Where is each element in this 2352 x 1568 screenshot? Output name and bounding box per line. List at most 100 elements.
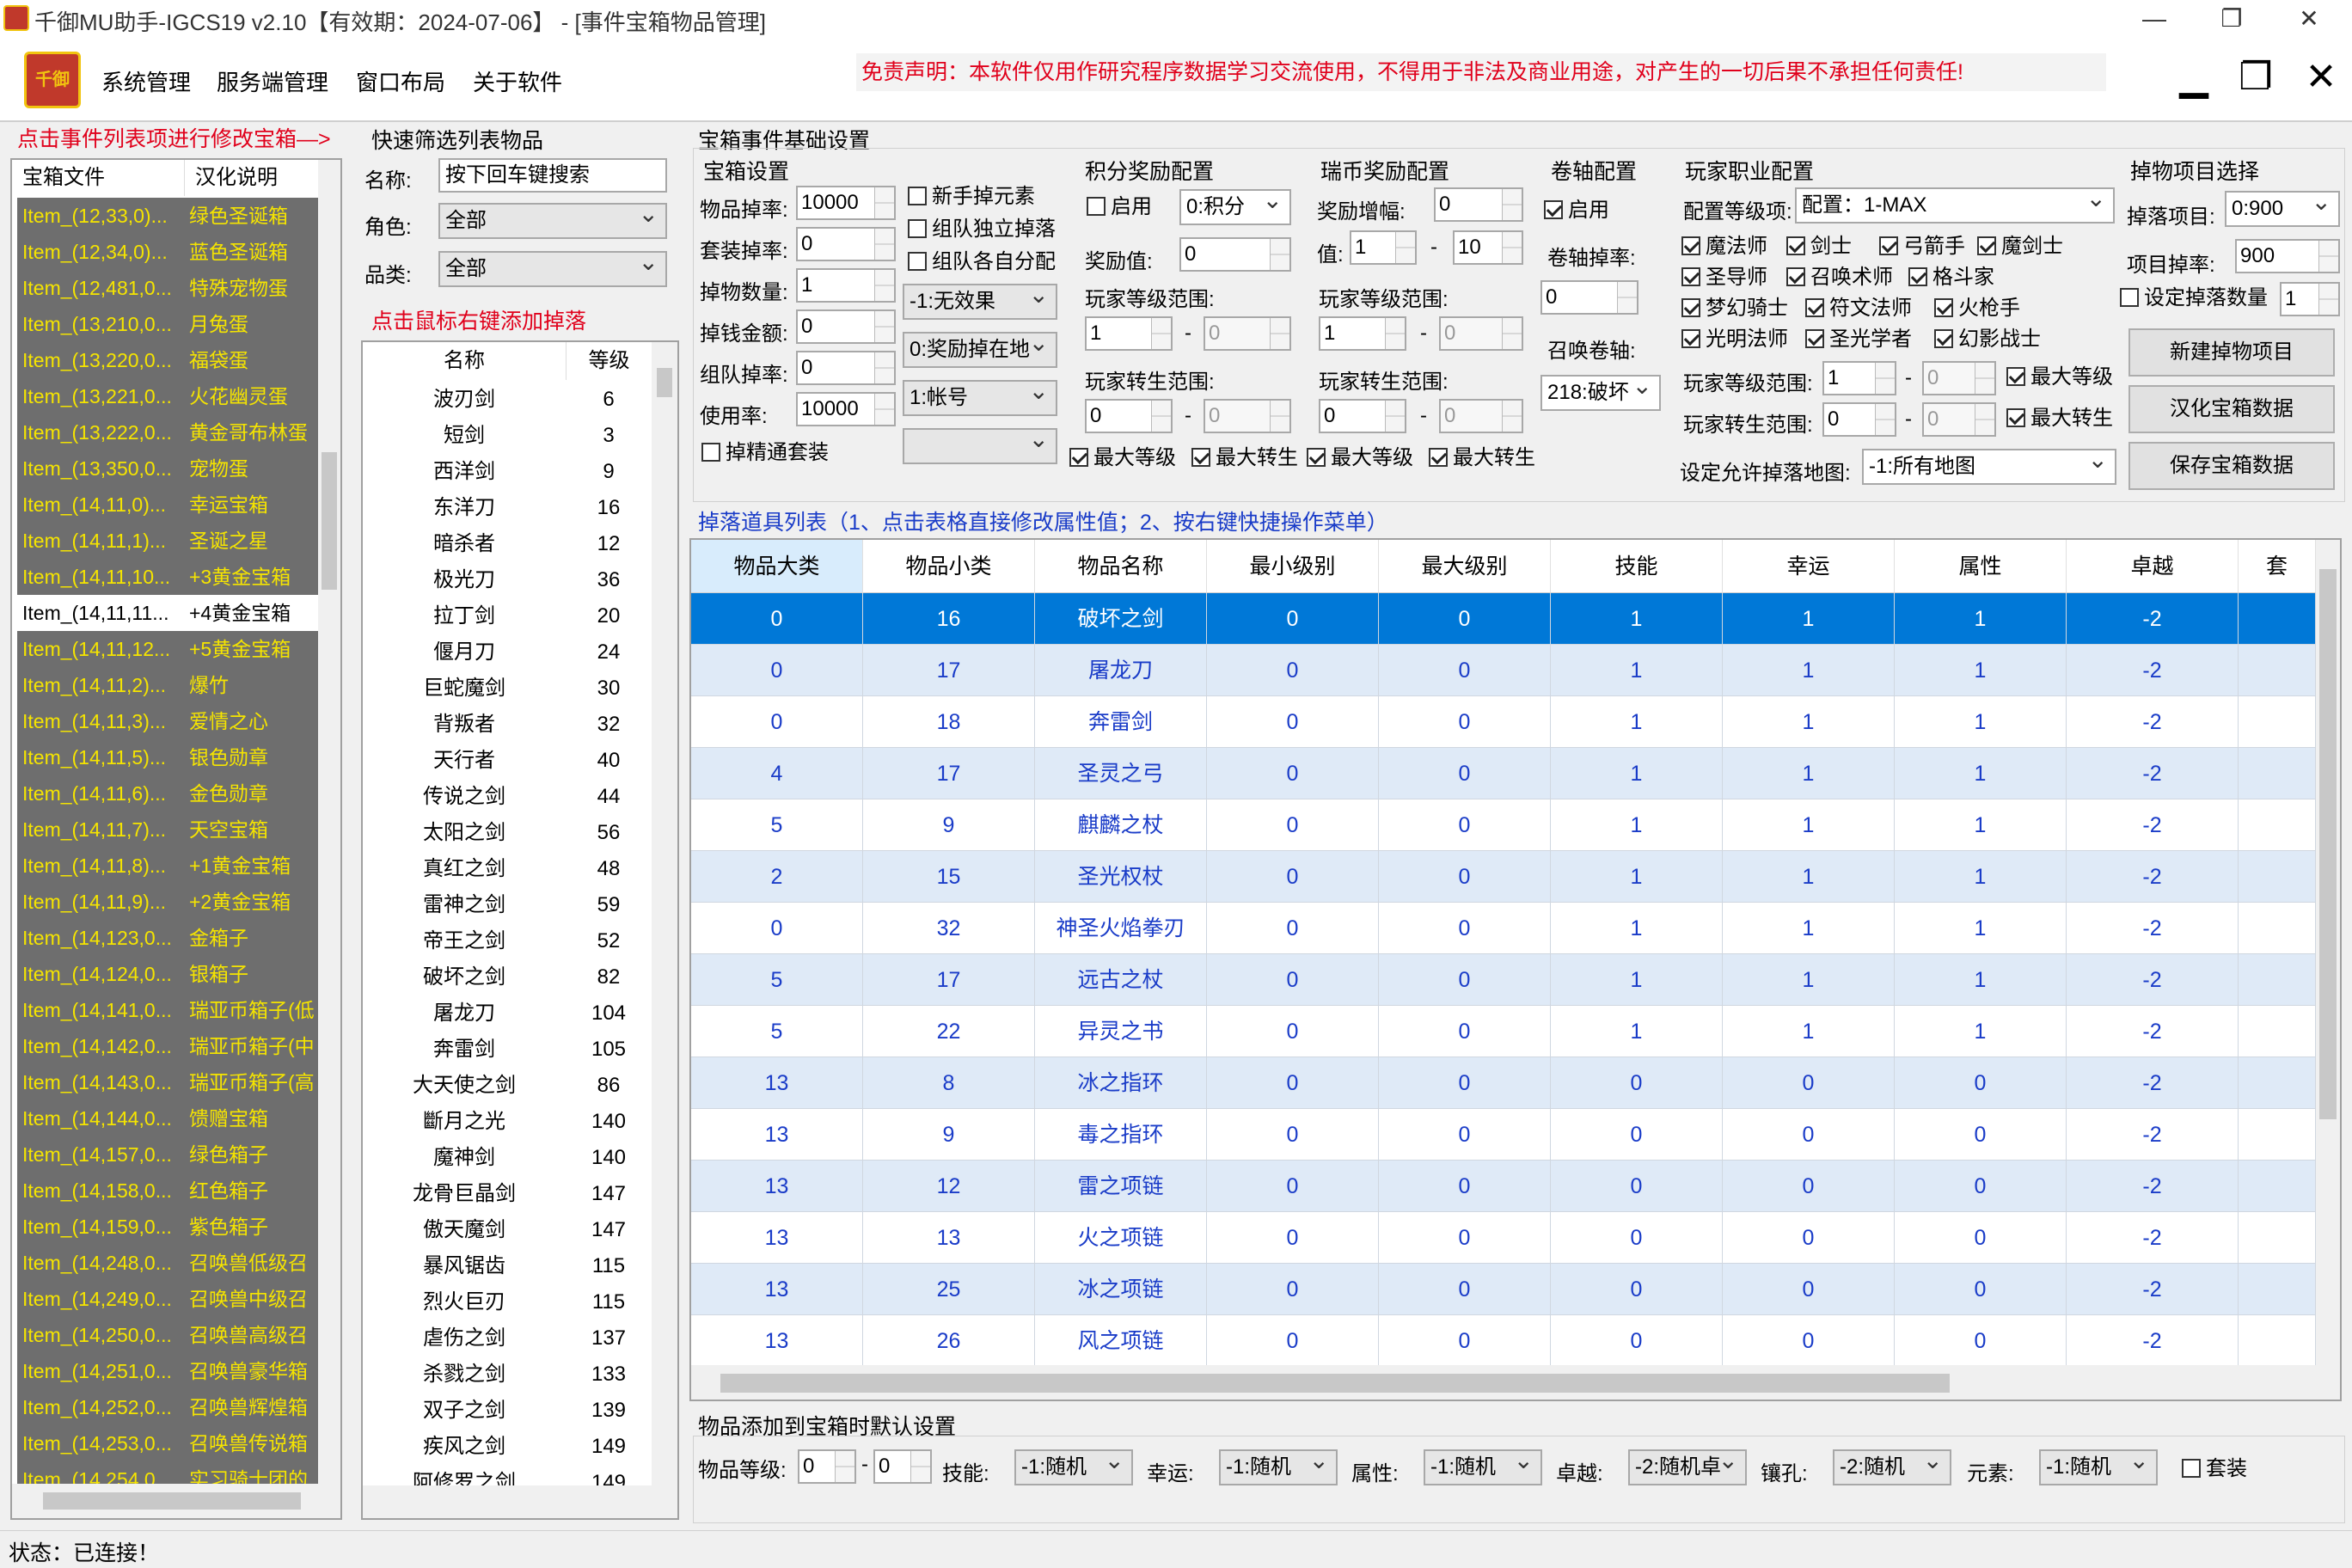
table-cell[interactable]: 2 bbox=[691, 851, 863, 903]
item-list-row[interactable]: 魔神剑 140 bbox=[363, 1140, 652, 1176]
job-reset-max[interactable]: 0 bbox=[1922, 402, 1996, 437]
table-cell[interactable]: 1 bbox=[1895, 696, 2067, 748]
table-header-cell[interactable]: 属性 bbox=[1895, 540, 2067, 593]
box-set-rate-stepper[interactable]: 0 bbox=[796, 227, 896, 261]
pick-count-stepper[interactable]: 1 bbox=[2280, 282, 2340, 316]
table-cell[interactable]: 0 bbox=[1207, 799, 1379, 851]
checkbox-job-maxlevel[interactable] bbox=[2006, 367, 2025, 386]
table-cell[interactable]: 1 bbox=[1551, 748, 1723, 799]
item-list-hscroll[interactable] bbox=[363, 1485, 677, 1518]
ruby-inc-stepper[interactable]: 0 bbox=[1434, 187, 1523, 222]
table-cell[interactable]: 0 bbox=[1895, 1109, 2067, 1161]
table-cell[interactable]: 0 bbox=[1379, 903, 1551, 954]
job-class-checkbox[interactable]: 圣导师 bbox=[1681, 265, 1767, 291]
ruby-level-max[interactable]: 0 bbox=[1439, 316, 1523, 351]
table-cell[interactable]: 1 bbox=[1895, 593, 2067, 645]
def-luck-select[interactable]: -1:随机 bbox=[1219, 1449, 1338, 1485]
treasure-list-item[interactable]: Item_(13,220,0... 福袋蛋 bbox=[17, 342, 318, 378]
item-list-row[interactable]: 极光刀 36 bbox=[363, 562, 652, 598]
chk-ruby-maxlevel[interactable]: 最大等级 bbox=[1307, 445, 1413, 471]
table-cell[interactable]: 4 bbox=[691, 748, 863, 799]
table-cell[interactable]: 火之项链 bbox=[1035, 1212, 1207, 1264]
table-hscroll-thumb[interactable] bbox=[720, 1374, 1950, 1393]
box-account-select[interactable]: 1:帐号 bbox=[903, 380, 1057, 416]
table-cell[interactable]: 风之项链 bbox=[1035, 1315, 1207, 1367]
table-cell[interactable]: 0 bbox=[1207, 1006, 1379, 1057]
table-cell[interactable] bbox=[2239, 1264, 2316, 1315]
filter-role-select[interactable]: 全部 bbox=[438, 203, 667, 239]
table-cell[interactable]: 17 bbox=[863, 954, 1035, 1006]
filter-class-select[interactable]: 全部 bbox=[438, 251, 667, 287]
table-cell[interactable]: 1 bbox=[1895, 1006, 2067, 1057]
checkbox-scroll-enable[interactable] bbox=[1544, 200, 1563, 219]
new-drop-item-button[interactable]: 新建掉物项目 bbox=[2128, 328, 2335, 377]
item-list-row[interactable]: 天行者 40 bbox=[363, 743, 652, 779]
item-list-row[interactable]: 真红之剑 48 bbox=[363, 851, 652, 887]
table-cell[interactable]: 1 bbox=[1723, 748, 1895, 799]
checkbox-points-maxreset[interactable] bbox=[1191, 448, 1210, 467]
item-list-row[interactable]: 西洋剑 9 bbox=[363, 454, 652, 490]
table-cell[interactable]: 13 bbox=[691, 1057, 863, 1109]
points-reset-max[interactable]: 0 bbox=[1204, 399, 1291, 433]
job-cfg-select[interactable]: 配置：1-MAX bbox=[1795, 187, 2115, 224]
chk-fine-set[interactable]: 掉精通套装 bbox=[701, 440, 829, 466]
treasure-list-item[interactable]: Item_(13,350,0... 宠物蛋 bbox=[17, 450, 318, 487]
checkbox-job-class[interactable] bbox=[1786, 236, 1805, 255]
table-cell[interactable] bbox=[2239, 1315, 2316, 1367]
pick-rate-stepper[interactable]: 900 bbox=[2235, 239, 2340, 273]
treasure-list-item[interactable]: Item_(14,143,0... 瑞亚币箱子(高 bbox=[17, 1064, 318, 1100]
points-reset-min[interactable]: 0 bbox=[1085, 399, 1173, 433]
table-cell[interactable]: 0 bbox=[1551, 1315, 1723, 1367]
table-cell[interactable]: 0 bbox=[1379, 1006, 1551, 1057]
table-cell[interactable]: 0 bbox=[1207, 1212, 1379, 1264]
table-cell[interactable]: -2 bbox=[2067, 1212, 2239, 1264]
treasure-list-item[interactable]: Item_(14,144,0... 馈赠宝箱 bbox=[17, 1100, 318, 1136]
item-list[interactable]: 名称 等级 波刃剑 6 短剑 3 西洋剑 9 东洋刀 16 暗杀者 12 极光刀 36 拉丁剑 20 偃月刀… bbox=[361, 340, 679, 1520]
restore-button[interactable]: ❐ bbox=[2206, 2, 2257, 36]
checkbox-job-class[interactable] bbox=[1805, 298, 1824, 317]
table-cell[interactable]: 1 bbox=[1551, 645, 1723, 696]
left-list-hscroll[interactable] bbox=[12, 1484, 340, 1518]
def-attr-select[interactable]: -1:随机 bbox=[1424, 1449, 1542, 1485]
table-cell[interactable]: 1 bbox=[1895, 954, 2067, 1006]
table-cell[interactable]: 5 bbox=[691, 1006, 863, 1057]
ruby-value-max[interactable]: 10 bbox=[1453, 230, 1523, 265]
job-reset-min[interactable]: 0 bbox=[1822, 402, 1896, 437]
chk-points-enable[interactable]: 启用 bbox=[1087, 194, 1152, 220]
table-cell[interactable]: 9 bbox=[863, 1109, 1035, 1161]
table-cell[interactable]: 0 bbox=[1379, 1315, 1551, 1367]
job-class-checkbox[interactable]: 符文法师 bbox=[1805, 296, 1912, 322]
treasure-list-item[interactable]: Item_(14,157,0... 绿色箱子 bbox=[17, 1136, 318, 1173]
table-cell[interactable] bbox=[2239, 799, 2316, 851]
table-header-cell[interactable]: 幸运 bbox=[1723, 540, 1895, 593]
table-row[interactable]: 0 32 神圣火焰拳刃 0 0 1 1 1 -2 bbox=[691, 903, 2316, 954]
table-cell[interactable]: 15 bbox=[863, 851, 1035, 903]
chk-job-maxreset[interactable]: 最大转生 bbox=[2006, 406, 2118, 432]
close-button[interactable]: ✕ bbox=[2283, 2, 2335, 36]
treasure-list-item[interactable]: Item_(14,123,0... 金箱子 bbox=[17, 920, 318, 956]
table-cell[interactable]: 0 bbox=[1551, 1161, 1723, 1212]
table-cell[interactable]: 冰之指环 bbox=[1035, 1057, 1207, 1109]
table-header-cell[interactable]: 套 bbox=[2239, 540, 2316, 593]
item-list-row[interactable]: 烈火巨刃 115 bbox=[363, 1284, 652, 1320]
table-header-cell[interactable]: 物品名称 bbox=[1035, 540, 1207, 593]
item-list-row[interactable]: 双子之剑 139 bbox=[363, 1393, 652, 1429]
table-cell[interactable]: 1 bbox=[1551, 696, 1723, 748]
mdi-close-button[interactable]: ✕ bbox=[2300, 57, 2342, 98]
table-cell[interactable]: 1 bbox=[1723, 954, 1895, 1006]
drop-item-table[interactable]: 物品大类 物品小类 物品名称 最小级别 最大级别 技能 幸运 属性 卓越套 0 16 破坏之剑 0 0 1… bbox=[689, 538, 2342, 1401]
table-cell[interactable]: 1 bbox=[1723, 1006, 1895, 1057]
table-row[interactable]: 0 17 屠龙刀 0 0 1 1 1 -2 bbox=[691, 645, 2316, 696]
table-cell[interactable]: 16 bbox=[863, 593, 1035, 645]
table-cell[interactable]: 1 bbox=[1895, 903, 2067, 954]
table-cell[interactable]: 0 bbox=[1207, 748, 1379, 799]
chk-pick-count[interactable]: 设定掉落数量 bbox=[2120, 285, 2268, 311]
table-cell[interactable]: 异灵之书 bbox=[1035, 1006, 1207, 1057]
checkbox-job-class[interactable] bbox=[1934, 298, 1953, 317]
table-cell[interactable] bbox=[2239, 645, 2316, 696]
table-cell[interactable]: 0 bbox=[1551, 1109, 1723, 1161]
ruby-level-min[interactable]: 1 bbox=[1319, 316, 1406, 351]
treasure-list-item[interactable]: Item_(14,159,0... 紫色箱子 bbox=[17, 1209, 318, 1245]
box-count-stepper[interactable]: 1 bbox=[796, 268, 896, 303]
table-cell[interactable]: 0 bbox=[1379, 1264, 1551, 1315]
